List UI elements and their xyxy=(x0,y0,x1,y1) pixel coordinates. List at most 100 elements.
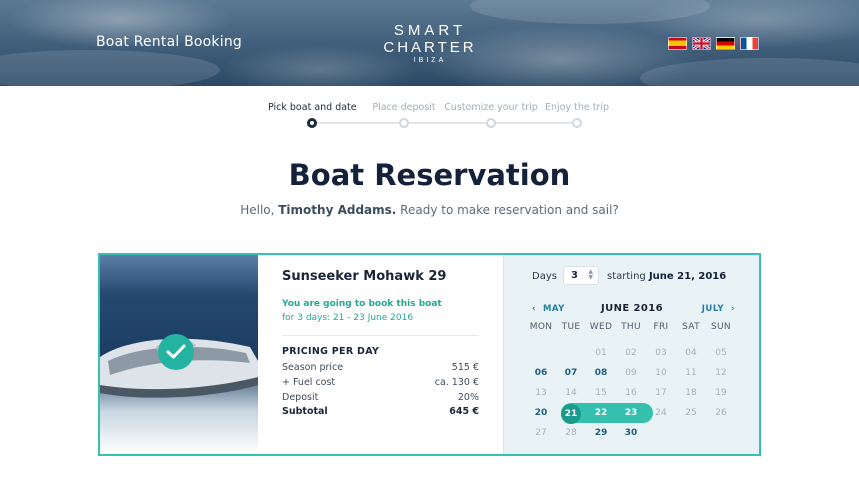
calendar-day: 16 xyxy=(625,388,637,398)
step-pick-boat[interactable]: Pick boat and date xyxy=(268,102,357,128)
calendar-day: 17 xyxy=(655,388,667,398)
calendar-day: 13 xyxy=(535,388,547,398)
calendar-day[interactable]: 06 xyxy=(526,364,556,382)
calendar-day[interactable]: 21 xyxy=(561,404,581,424)
logo-line-3: IBIZA xyxy=(413,57,447,64)
starting-date-text: starting June 21, 2016 xyxy=(607,271,726,282)
booking-stepper: Pick boat and date Place deposit Customi… xyxy=(260,102,620,132)
greeting-prefix: Hello, xyxy=(240,203,279,217)
step-label: Enjoy the trip xyxy=(544,102,610,113)
price-row: + Fuel cost ca. 130 € xyxy=(282,377,479,388)
calendar-day: 28 xyxy=(565,428,577,438)
calendar-day: 01 xyxy=(595,348,607,358)
weekday-header: SAT xyxy=(682,322,700,332)
wave-decoration xyxy=(640,58,859,86)
calendar-day: 19 xyxy=(715,388,727,398)
calendar-day[interactable]: 07 xyxy=(556,364,586,382)
calendar-day: 26 xyxy=(715,408,727,418)
divider xyxy=(282,335,479,336)
language-switcher xyxy=(668,37,759,50)
calendar-day: 18 xyxy=(685,388,697,398)
pricing-title: PRICING PER DAY xyxy=(282,346,380,357)
days-value: 3 xyxy=(571,270,578,281)
days-label: Days xyxy=(532,271,557,282)
calendar-day: 25 xyxy=(685,408,697,418)
booking-summary: Sunseeker Mohawk 29 You are going to boo… xyxy=(258,255,503,454)
greeting-suffix: Ready to make reservation and sail? xyxy=(396,203,619,217)
calendar-day: 03 xyxy=(655,348,667,358)
weekday-header: MON xyxy=(529,322,553,332)
boat-booking-card: Sunseeker Mohawk 29 You are going to boo… xyxy=(98,253,761,456)
price-value: 20% xyxy=(457,392,479,403)
step-dot xyxy=(486,118,496,128)
calendar-day: 14 xyxy=(565,388,577,398)
calendar-day: 10 xyxy=(655,368,667,378)
step-customize-trip[interactable]: Customize your trip xyxy=(443,102,539,128)
calendar-day: 09 xyxy=(625,368,637,378)
next-month-label: JULY xyxy=(701,304,725,314)
calendar-day: 04 xyxy=(685,348,697,358)
calendar-day: 11 xyxy=(685,368,697,378)
header-banner: Boat Rental Booking SMART CHARTER IBIZA xyxy=(0,0,859,86)
price-label: Season price xyxy=(282,362,344,373)
logo-line-2: CHARTER xyxy=(383,39,477,56)
step-label: Place deposit xyxy=(372,102,436,113)
boat-name: Sunseeker Mohawk 29 xyxy=(282,269,447,284)
weekday-header: WED xyxy=(589,322,613,332)
logo-line-1: SMART xyxy=(393,22,467,39)
subtotal-value: 645 € xyxy=(449,406,479,417)
greeting-text: Hello, Timothy Addams. Ready to make res… xyxy=(0,203,859,217)
calendar-day[interactable]: 29 xyxy=(586,424,616,442)
page-title: Boat Reservation xyxy=(288,158,571,192)
spain-flag-icon[interactable] xyxy=(668,37,687,50)
boat-photo xyxy=(100,255,258,454)
subtotal-row: Subtotal 645 € xyxy=(282,406,479,417)
app-title: Boat Rental Booking xyxy=(96,34,242,50)
chevron-right-icon: › xyxy=(730,304,735,314)
days-notice: for 3 days: 21 - 23 June 2016 xyxy=(282,313,414,323)
user-name: Timothy Addams. xyxy=(278,203,397,217)
starting-date: June 21, 2016 xyxy=(648,271,727,282)
france-flag-icon[interactable] xyxy=(740,37,759,50)
days-stepper[interactable]: 3 ▲ ▼ xyxy=(563,266,599,285)
calendar-day[interactable]: 20 xyxy=(526,404,556,422)
calendar-day[interactable]: 22 xyxy=(586,404,616,422)
step-place-deposit[interactable]: Place deposit xyxy=(366,102,442,128)
wave-decoration xyxy=(470,0,710,24)
germany-flag-icon[interactable] xyxy=(716,37,735,50)
calendar-day[interactable]: 23 xyxy=(616,404,646,422)
calendar-day[interactable]: 08 xyxy=(586,364,616,382)
step-label: Customize your trip xyxy=(444,102,538,113)
wave-decoration xyxy=(0,50,220,86)
starting-prefix: starting xyxy=(607,271,649,282)
calendar-day: 15 xyxy=(595,388,607,398)
calendar-day: 24 xyxy=(655,408,667,418)
calendar-day: 05 xyxy=(715,348,727,358)
step-dot xyxy=(399,118,409,128)
next-month-button[interactable]: JULY › xyxy=(702,304,735,314)
book-notice: You are going to book this boat xyxy=(282,299,442,309)
calendar-day[interactable]: 30 xyxy=(616,424,646,442)
calendar-day: 27 xyxy=(535,428,547,438)
calendar-day: 02 xyxy=(625,348,637,358)
weekday-header: TUE xyxy=(561,322,581,332)
price-row: Season price 515 € xyxy=(282,362,479,373)
selected-check-icon xyxy=(158,334,194,370)
calendar-day: 12 xyxy=(715,368,727,378)
price-label: + Fuel cost xyxy=(282,377,336,388)
price-row: Deposit 20% xyxy=(282,392,479,403)
weekday-header: SUN xyxy=(711,322,731,332)
smart-charter-logo[interactable]: SMART CHARTER IBIZA xyxy=(382,22,478,66)
price-label: Deposit xyxy=(282,392,319,403)
step-dot xyxy=(307,118,317,128)
step-dot xyxy=(572,118,582,128)
step-label: Pick boat and date xyxy=(268,102,357,113)
date-picker: Days 3 ▲ ▼ starting June 21, 2016 ‹ MAY J… xyxy=(503,255,759,454)
weekday-header: FRI xyxy=(653,322,669,332)
uk-flag-icon[interactable] xyxy=(692,37,711,50)
step-enjoy-trip[interactable]: Enjoy the trip xyxy=(540,102,614,128)
weekday-header: THU xyxy=(621,322,641,332)
price-value: ca. 130 € xyxy=(434,377,479,388)
up-down-arrows-icon[interactable]: ▲ ▼ xyxy=(588,269,593,281)
price-value: 515 € xyxy=(451,362,479,373)
